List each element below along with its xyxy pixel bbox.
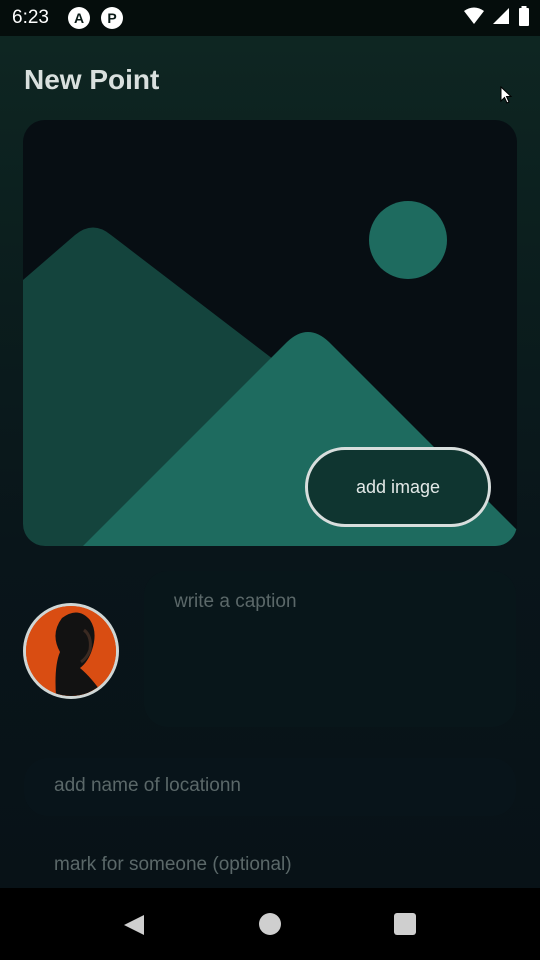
location-placeholder: add name of locationn	[54, 775, 241, 796]
wifi-icon	[464, 7, 484, 24]
status-time: 6:23	[12, 7, 49, 28]
mark-placeholder: mark for someone (optional)	[54, 854, 292, 875]
mark-someone-field[interactable]: mark for someone (optional)	[24, 842, 516, 888]
new-point-screen: New Point add image write a caption add …	[0, 36, 540, 888]
mouse-cursor-icon	[500, 86, 513, 104]
status-indicators	[464, 6, 530, 26]
image-picker-card[interactable]: add image	[23, 120, 517, 546]
location-field[interactable]: add name of locationn	[24, 758, 516, 816]
avatar[interactable]	[23, 603, 119, 699]
home-icon[interactable]	[259, 913, 281, 935]
app-notification-icon: A	[68, 7, 90, 29]
cellular-signal-icon	[493, 8, 509, 24]
battery-icon	[519, 6, 529, 26]
status-bar: 6:23 A P	[0, 0, 540, 36]
app-notification-icon: P	[101, 7, 123, 29]
recents-icon[interactable]	[394, 913, 416, 935]
back-icon[interactable]	[122, 913, 146, 937]
page-title: New Point	[24, 64, 160, 95]
caption-field[interactable]: write a caption	[144, 571, 516, 727]
add-image-button[interactable]: add image	[305, 447, 491, 527]
user-photo	[26, 606, 116, 696]
caption-placeholder: write a caption	[174, 591, 297, 612]
